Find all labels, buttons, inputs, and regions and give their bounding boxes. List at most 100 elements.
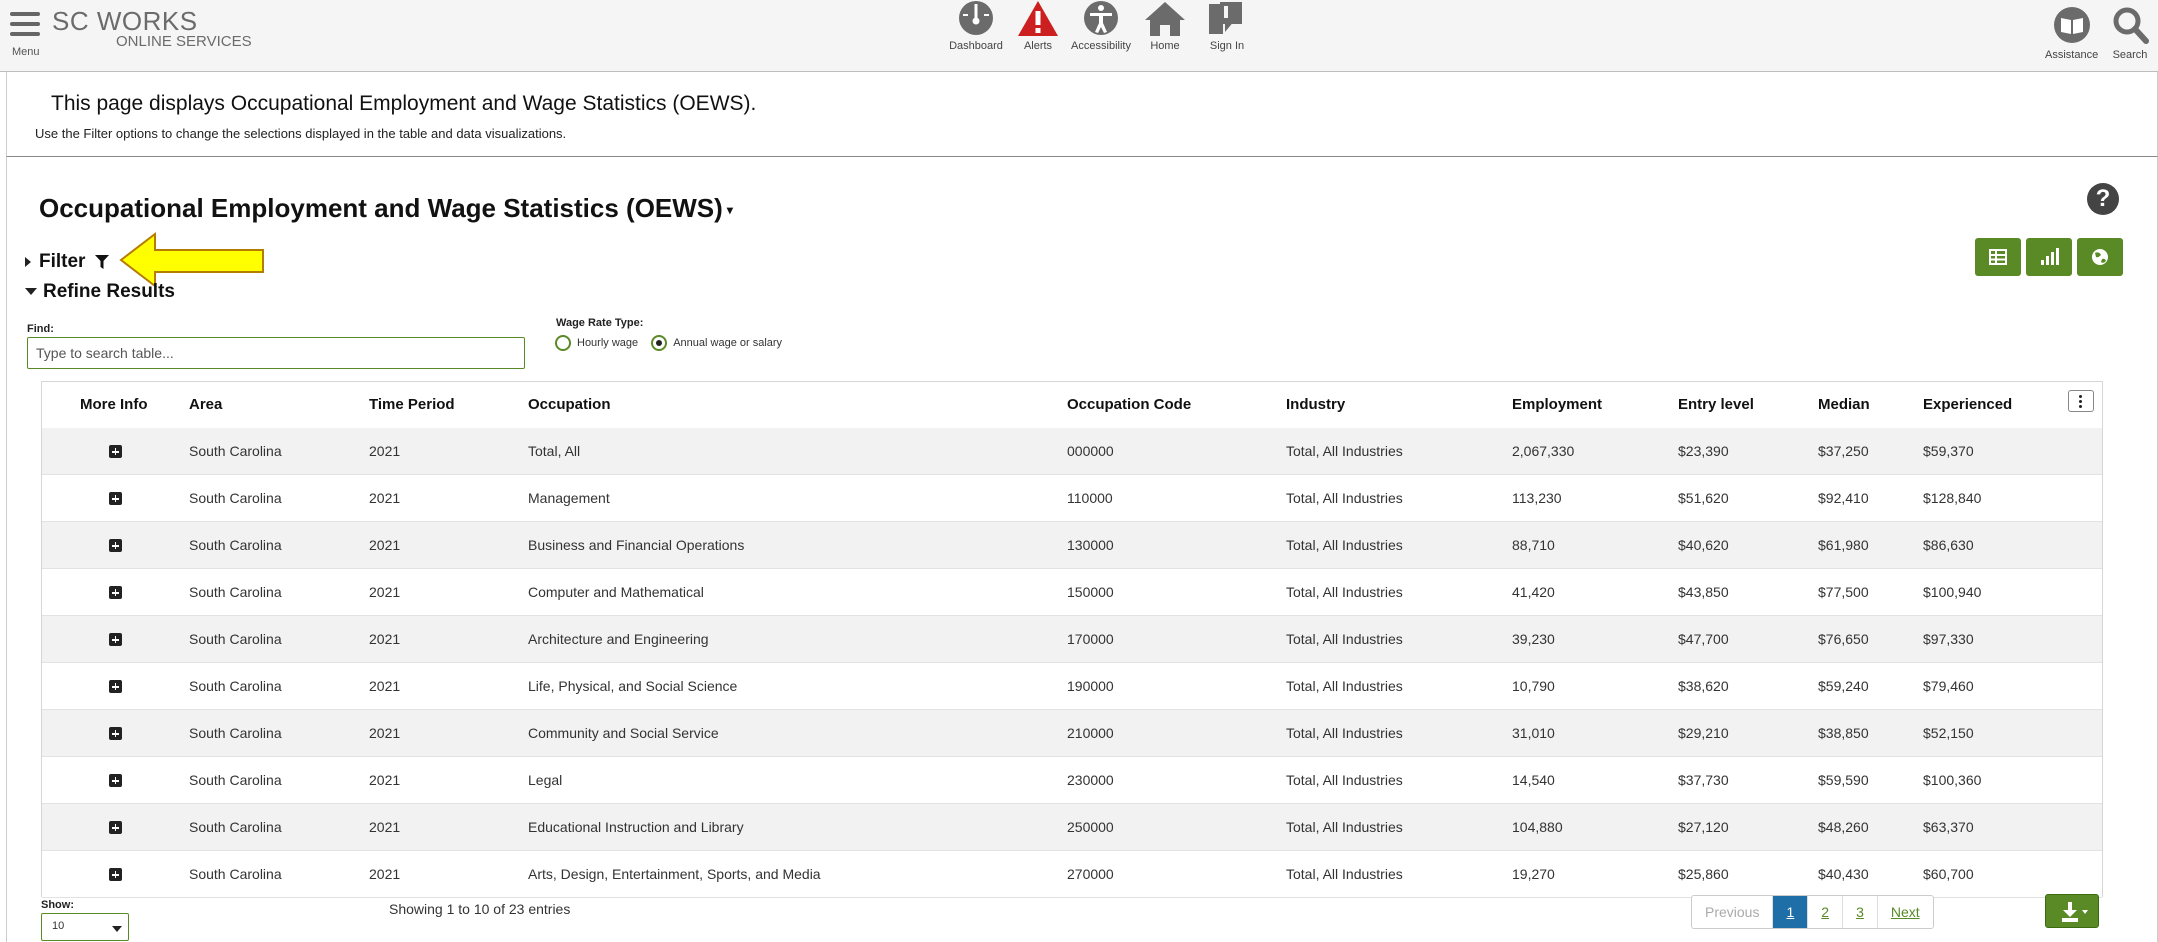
refine-results-toggle[interactable]: Refine Results bbox=[25, 281, 175, 303]
page-size-select[interactable]: 10 bbox=[41, 913, 129, 941]
expand-row-icon[interactable] bbox=[109, 539, 122, 552]
home-icon bbox=[1145, 2, 1185, 36]
table-row: South Carolina 2021 Management 110000 Total,… bbox=[42, 475, 2102, 522]
pagination-page-1[interactable]: 1 bbox=[1772, 896, 1808, 928]
download-button[interactable] bbox=[2045, 894, 2099, 928]
kebab-dot bbox=[2079, 405, 2082, 408]
col-time-period[interactable]: Time Period bbox=[369, 396, 455, 413]
entries-info: Showing 1 to 10 of 23 entries bbox=[389, 901, 571, 917]
expand-row-icon[interactable] bbox=[109, 868, 122, 881]
column-options-button[interactable] bbox=[2068, 390, 2094, 412]
nav-home[interactable]: Home bbox=[1130, 0, 1200, 52]
main-panel: Occupational Employment and Wage Statist… bbox=[6, 157, 2158, 942]
radio-hourly[interactable] bbox=[555, 335, 571, 351]
col-industry[interactable]: Industry bbox=[1286, 396, 1345, 413]
funnel-icon bbox=[94, 254, 109, 269]
annual-wage-label: Annual wage or salary bbox=[673, 336, 783, 349]
cell-occupation: Computer and Mathematical bbox=[528, 584, 704, 600]
nav-home-label: Home bbox=[1150, 40, 1180, 52]
expand-row-icon[interactable] bbox=[109, 774, 122, 787]
search-icon bbox=[2113, 7, 2149, 44]
filter-label: Filter bbox=[39, 251, 86, 272]
nav-alerts[interactable]: Alerts bbox=[1003, 0, 1073, 52]
cell-occupation-code: 230000 bbox=[1067, 772, 1114, 788]
cell-occupation: Legal bbox=[528, 772, 563, 788]
cell-industry: Total, All Industries bbox=[1286, 584, 1403, 600]
table-header: More Info Area Time Period Occupation Oc… bbox=[42, 382, 2102, 429]
cell-median: $48,260 bbox=[1818, 819, 1869, 835]
caret-down-icon: ▾ bbox=[726, 203, 733, 218]
col-entry-level[interactable]: Entry level bbox=[1678, 396, 1754, 413]
cell-employment: 104,880 bbox=[1512, 819, 1563, 835]
expand-row-icon[interactable] bbox=[109, 586, 122, 599]
cell-entry-level: $23,390 bbox=[1678, 443, 1729, 459]
cell-occupation-code: 170000 bbox=[1067, 631, 1114, 647]
search-table-input[interactable] bbox=[27, 337, 525, 369]
cell-occupation: Educational Instruction and Library bbox=[528, 819, 744, 835]
pagination-previous[interactable]: Previous bbox=[1692, 896, 1772, 928]
cell-entry-level: $25,860 bbox=[1678, 866, 1729, 882]
expand-row-icon[interactable] bbox=[109, 680, 122, 693]
cell-time-period: 2021 bbox=[369, 725, 401, 741]
page-title[interactable]: Occupational Employment and Wage Statist… bbox=[39, 193, 733, 224]
cell-median: $37,250 bbox=[1818, 443, 1869, 459]
cell-occupation-code: 000000 bbox=[1067, 443, 1114, 459]
cell-occupation-code: 150000 bbox=[1067, 584, 1114, 600]
col-employment[interactable]: Employment bbox=[1512, 396, 1602, 413]
col-median[interactable]: Median bbox=[1818, 396, 1870, 413]
col-occupation-code[interactable]: Occupation Code bbox=[1067, 396, 1191, 413]
annual-wage-option[interactable]: Annual wage or salary bbox=[651, 335, 782, 351]
table-view-icon bbox=[1989, 249, 2007, 265]
logo[interactable]: SC WORKS ONLINE SERVICES bbox=[52, 8, 252, 50]
table-row: South Carolina 2021 Computer and Mathemati… bbox=[42, 569, 2102, 616]
chevron-down-icon bbox=[112, 926, 122, 932]
intro-title: This page displays Occupational Employme… bbox=[51, 92, 757, 115]
table-row: South Carolina 2021 Community and Social S… bbox=[42, 710, 2102, 757]
cell-time-period: 2021 bbox=[369, 537, 401, 553]
col-occupation[interactable]: Occupation bbox=[528, 396, 611, 413]
cell-occupation-code: 110000 bbox=[1067, 490, 1113, 506]
nav-accessibility-label: Accessibility bbox=[1071, 40, 1131, 52]
cell-occupation: Architecture and Engineering bbox=[528, 631, 709, 647]
help-icon[interactable]: ? bbox=[2087, 183, 2119, 215]
search-button[interactable]: Search bbox=[2111, 6, 2149, 61]
cell-entry-level: $27,120 bbox=[1678, 819, 1729, 835]
expand-row-icon[interactable] bbox=[109, 492, 122, 505]
expand-row-icon[interactable] bbox=[109, 821, 122, 834]
cell-occupation-code: 250000 bbox=[1067, 819, 1114, 835]
filter-toggle[interactable]: Filter bbox=[25, 251, 109, 273]
assistance-button[interactable]: Assistance bbox=[2045, 6, 2098, 61]
cell-median: $92,410 bbox=[1818, 490, 1869, 506]
cell-occupation-code: 210000 bbox=[1067, 725, 1114, 741]
nav-accessibility[interactable]: Accessibility bbox=[1066, 0, 1136, 52]
cell-entry-level: $37,730 bbox=[1678, 772, 1729, 788]
col-area[interactable]: Area bbox=[189, 396, 222, 413]
cell-time-period: 2021 bbox=[369, 443, 401, 459]
hourly-wage-option[interactable]: Hourly wage bbox=[555, 335, 638, 351]
expand-row-icon[interactable] bbox=[109, 727, 122, 740]
table-row: South Carolina 2021 Legal 230000 Total, All … bbox=[42, 757, 2102, 804]
nav-dashboard[interactable]: Dashboard bbox=[941, 0, 1011, 52]
col-more-info[interactable]: More Info bbox=[80, 396, 148, 413]
download-icon bbox=[2062, 902, 2088, 922]
nav-sign-in[interactable]: Sign In bbox=[1192, 0, 1262, 52]
table-row: South Carolina 2021 Architecture and Engin… bbox=[42, 616, 2102, 663]
table-view-button[interactable] bbox=[1975, 238, 2021, 276]
pagination-page-3[interactable]: 3 bbox=[1842, 896, 1877, 928]
cell-median: $59,590 bbox=[1818, 772, 1869, 788]
radio-annual[interactable] bbox=[651, 335, 668, 351]
pagination-page-2[interactable]: 2 bbox=[1807, 896, 1842, 928]
expand-row-icon[interactable] bbox=[109, 445, 122, 458]
book-icon bbox=[2053, 7, 2090, 43]
expand-row-icon[interactable] bbox=[109, 633, 122, 646]
table-body: South Carolina 2021 Total, All 000000 Total,… bbox=[42, 428, 2102, 898]
cell-area: South Carolina bbox=[189, 725, 282, 741]
col-experienced[interactable]: Experienced bbox=[1923, 396, 2012, 413]
pagination-next[interactable]: Next bbox=[1876, 896, 1933, 928]
cell-industry: Total, All Industries bbox=[1286, 678, 1403, 694]
map-view-button[interactable] bbox=[2077, 238, 2123, 276]
assistance-label: Assistance bbox=[2045, 49, 2099, 61]
chart-view-button[interactable] bbox=[2026, 238, 2072, 276]
cell-time-period: 2021 bbox=[369, 772, 401, 788]
cell-entry-level: $38,620 bbox=[1678, 678, 1729, 694]
